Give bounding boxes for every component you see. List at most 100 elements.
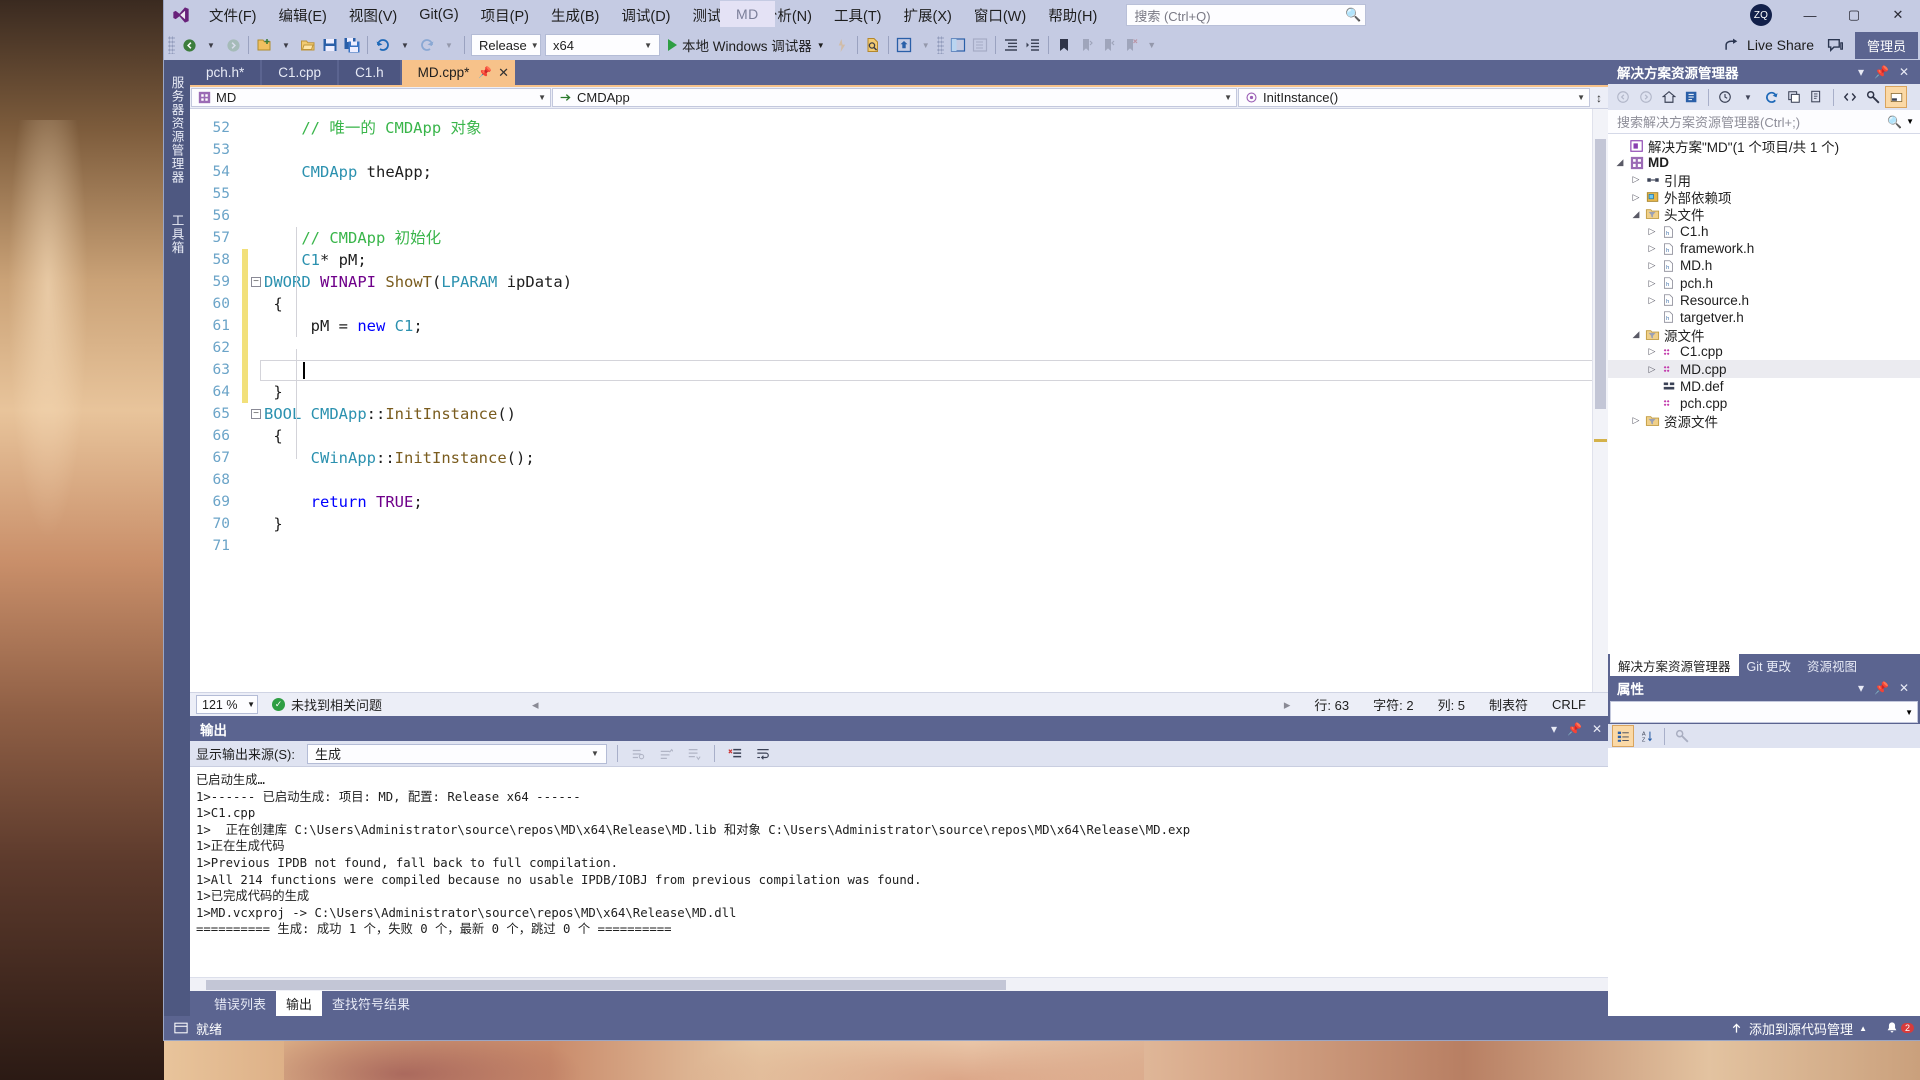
code-line[interactable]: 58 C1* pM; [190,249,1608,271]
zoom-level-select[interactable]: 121 % ▼ [196,695,258,714]
redo-dropdown-icon[interactable]: ▼ [438,33,460,57]
menu-view[interactable]: 视图(V) [338,0,408,30]
tree-item[interactable]: ◢ 源文件 [1608,326,1920,344]
bookmark-icon[interactable] [1053,33,1075,57]
close-icon[interactable]: ✕ [1894,681,1914,695]
properties-window-icon[interactable] [947,33,969,57]
output-horizontal-scrollbar[interactable] [190,977,1608,991]
tab-output[interactable]: 输出 [276,991,323,1016]
menu-git[interactable]: Git(G) [408,0,469,30]
tree-item[interactable]: ▷ 外部依赖项 [1608,189,1920,206]
toolbar-grip[interactable] [168,36,175,54]
code-line[interactable]: 68 [190,469,1608,491]
menu-build[interactable]: 生成(B) [540,0,610,30]
go-to-next-icon[interactable] [682,743,706,764]
chevron-right-icon[interactable]: ▷ [1628,174,1644,185]
code-line[interactable]: 66 { [190,425,1608,447]
menu-help[interactable]: 帮助(H) [1037,0,1108,30]
solution-explorer-search-input[interactable]: 搜索解决方案资源管理器(Ctrl+;) 🔍 ▼ [1608,110,1920,134]
preview-selected-items-icon[interactable] [862,33,884,57]
tree-item[interactable]: ▷ h C1.h [1608,223,1920,240]
tab-git-changes[interactable]: Git 更改 [1739,653,1799,678]
tree-item[interactable]: MD.def [1608,378,1920,395]
main-menu[interactable]: 文件(F) 编辑(E) 视图(V) Git(G) 项目(P) 生成(B) 调试(… [198,0,1108,30]
properties-icon[interactable] [1862,86,1884,108]
solution-explorer-dropdown-icon[interactable]: ▼ [915,33,937,57]
chevron-right-icon[interactable]: ▷ [1644,295,1660,306]
chevron-down-icon[interactable]: ▾ [1853,681,1869,695]
tree-item[interactable]: ▷ h Resource.h [1608,292,1920,309]
chevron-right-icon[interactable]: ▷ [1628,192,1644,203]
new-project-icon[interactable] [253,33,275,57]
chevron-down-icon[interactable]: ▾ [1853,65,1869,79]
tab-solution-explorer[interactable]: 解决方案资源管理器 [1610,652,1739,678]
menu-tools[interactable]: 工具(T) [823,0,893,30]
start-debugging-button[interactable]: 本地 Windows 调试器 ▼ [662,33,831,57]
hscroll-right-icon[interactable]: ▸ [1272,697,1303,713]
navigate-backward-icon[interactable] [178,33,200,57]
add-to-source-control-button[interactable]: 添加到源代码管理 ▲ [1722,1019,1875,1038]
tree-item[interactable]: ▷ h framework.h [1608,240,1920,257]
notifications-button[interactable]: 2 [1885,1021,1914,1035]
output-source-select[interactable]: 生成 ▼ [306,743,607,764]
chevron-down-icon[interactable]: ▾ [1551,722,1557,736]
quick-search-input[interactable]: 搜索 (Ctrl+Q) 🔍 [1126,4,1367,26]
output-scroll-thumb[interactable] [206,979,1006,990]
code-line[interactable]: 64 } [190,381,1608,403]
preview-selected-items-toggle[interactable] [1885,86,1907,108]
tree-item[interactable]: ▷ 引用 [1608,171,1920,189]
tree-item[interactable]: pch.cpp [1608,395,1920,412]
solution-configuration-select[interactable]: Release ▼ [471,34,541,56]
next-bookmark-icon[interactable] [1097,33,1119,57]
property-pages-icon[interactable] [1671,725,1693,747]
sidebar-item-server-explorer[interactable]: 服务器资源管理器 [166,70,189,190]
tree-item[interactable]: ▷ C1.cpp [1608,343,1920,360]
menu-file[interactable]: 文件(F) [198,0,268,30]
tab-c1-h[interactable]: C1.h [339,60,400,85]
go-to-previous-icon[interactable] [654,743,678,764]
code-line[interactable]: 65 − BOOL CMDApp::InitInstance() [190,403,1608,425]
code-line[interactable]: 52 // 唯一的 CMDApp 对象 [190,117,1608,139]
close-icon[interactable]: ✕ [1592,722,1602,736]
properties-grid[interactable] [1608,748,1920,1016]
menu-edit[interactable]: 编辑(E) [268,0,338,30]
solution-explorer-tree[interactable]: 解决方案"MD"(1 个项目/共 1 个) ◢ MD ▷ 引用 ▷ 外部依赖项 ◢ 头文件 ▷ h C… [1608,134,1920,654]
chevron-right-icon[interactable]: ▷ [1644,260,1660,271]
minimize-button[interactable]: — [1788,0,1832,30]
feedback-icon[interactable] [1824,33,1847,57]
toggle-word-wrap-icon[interactable] [751,743,775,764]
code-line[interactable]: 71 [190,535,1608,557]
pin-icon[interactable]: 📌 [478,66,492,79]
close-button[interactable]: ✕ [1876,0,1920,30]
code-line[interactable]: 67 CWinApp::InitInstance(); [190,447,1608,469]
chevron-right-icon[interactable]: ▷ [1644,278,1660,289]
navbar-type-select[interactable]: CMDApp ▼ [552,88,1237,107]
outdent-icon[interactable] [1022,33,1044,57]
save-icon[interactable] [319,33,341,57]
menu-debug[interactable]: 调试(D) [610,0,681,30]
tree-item[interactable]: ▷ h MD.h [1608,257,1920,274]
navigate-forward-icon[interactable] [222,33,244,57]
code-line[interactable]: 59 − DWORD WINAPI ShowT(LPARAM ipData) [190,271,1608,293]
close-icon[interactable]: ✕ [1894,65,1914,79]
code-line[interactable]: 57 // CMDApp 初始化 [190,227,1608,249]
chevron-right-icon[interactable]: ▷ [1644,226,1660,237]
maximize-button[interactable]: ▢ [1832,0,1876,30]
split-editor-icon[interactable]: ↕ [1590,87,1608,108]
chevron-right-icon[interactable]: ▷ [1644,243,1660,254]
code-line[interactable]: 69 return TRUE; [190,491,1608,513]
hscroll-left-icon[interactable]: ◂ [532,697,539,713]
toolbox-icon[interactable] [969,33,991,57]
navbar-project-select[interactable]: MD ▼ [191,88,551,107]
editor-scroll-thumb[interactable] [1595,139,1606,409]
fold-toggle[interactable]: − [248,409,264,419]
navigate-backward-dropdown-icon[interactable]: ▼ [200,33,222,57]
code-surface[interactable]: 52 // 唯一的 CMDApp 对象 53 54 CMDApp theApp; 55… [190,109,1608,692]
tab-error-list[interactable]: 错误列表 [204,991,276,1016]
menu-window[interactable]: 窗口(W) [963,0,1037,30]
code-line[interactable]: 70 } [190,513,1608,535]
navbar-member-select[interactable]: InitInstance() ▼ [1238,88,1590,107]
code-line[interactable]: 54 CMDApp theApp; [190,161,1608,183]
chevron-right-icon[interactable]: ▷ [1644,346,1660,357]
toolbar-overflow-icon[interactable]: ▼ [1141,33,1163,57]
